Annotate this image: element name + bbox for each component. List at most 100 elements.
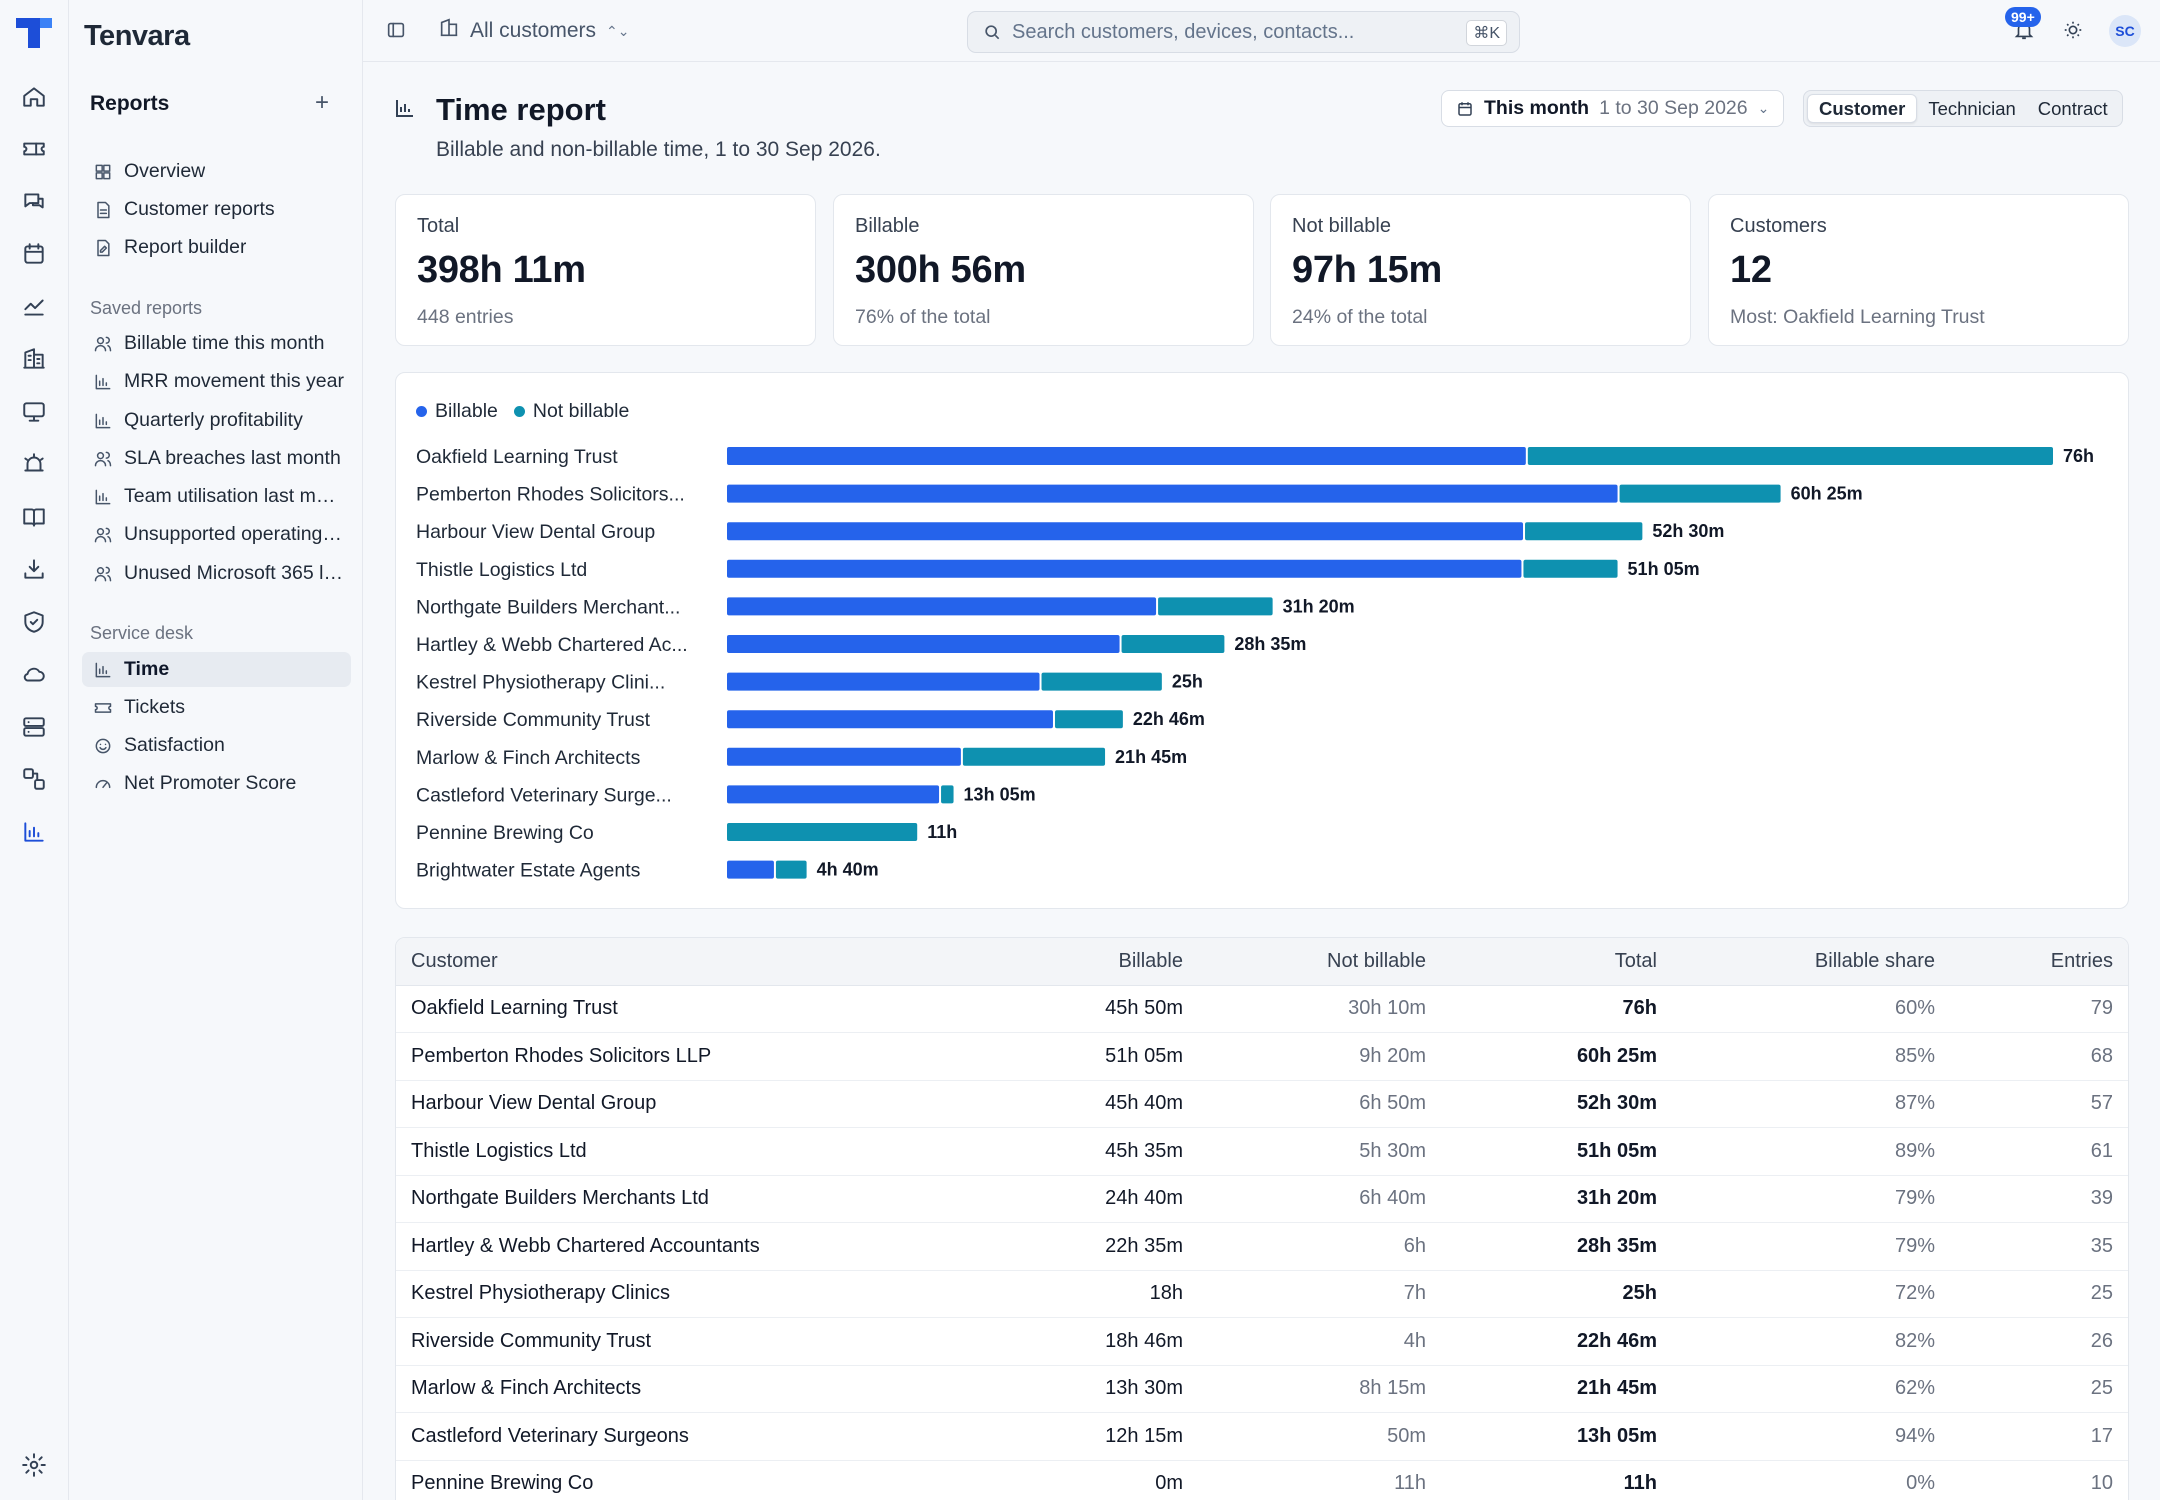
table-cell-customer[interactable]: Kestrel Physiotherapy Clinics	[396, 1270, 956, 1318]
page-title: Time report	[436, 92, 606, 127]
table-cell-customer[interactable]: Castleford Veterinary Surgeons	[396, 1412, 956, 1461]
table-row[interactable]: Northgate Builders Merchants Ltd 24h 40m 6…	[396, 1175, 2128, 1223]
sidebar-item-time[interactable]: Time	[82, 652, 351, 687]
table-row[interactable]: Pemberton Rhodes Solicitors LLP 51h 05m 9h…	[396, 1032, 2128, 1081]
ticket-icon[interactable]	[17, 132, 51, 166]
bar-not-billable[interactable]	[1041, 672, 1162, 691]
column-header-billable[interactable]: Billable	[956, 938, 1198, 986]
server-icon[interactable]	[17, 710, 51, 744]
bar-billable[interactable]	[727, 672, 1040, 691]
bar-billable[interactable]	[727, 785, 940, 804]
table-row[interactable]: Marlow & Finch Architects 13h 30m 8h 15m 21…	[396, 1365, 2128, 1413]
bar-not-billable[interactable]	[1523, 559, 1618, 578]
segment-contract[interactable]: Contract	[2027, 94, 2119, 123]
home-icon[interactable]	[17, 80, 51, 114]
sidebar-item-report-builder[interactable]: Report builder	[82, 230, 351, 265]
bar-not-billable[interactable]	[1121, 635, 1225, 653]
table-cell-customer[interactable]: Hartley & Webb Chartered Accountants	[396, 1222, 956, 1271]
segment-customer[interactable]: Customer	[1807, 94, 1918, 123]
bar-not-billable[interactable]	[727, 823, 918, 841]
column-header-not-billable[interactable]: Not billable	[1198, 938, 1441, 986]
table-cell-customer[interactable]: Thistle Logistics Ltd	[396, 1127, 956, 1176]
search-icon	[985, 25, 1000, 40]
table-row[interactable]: Pennine Brewing Co 0m 11h 11h 0% 10	[396, 1460, 2128, 1500]
sun-icon[interactable]	[2062, 19, 2086, 43]
table-row[interactable]: Hartley & Webb Chartered Accountants 22h …	[396, 1222, 2128, 1271]
table-cell-customer[interactable]: Pemberton Rhodes Solicitors LLP	[396, 1032, 956, 1081]
column-header-billable-share[interactable]: Billable share	[1672, 938, 1950, 986]
bar-billable[interactable]	[727, 447, 1526, 465]
table-cell-customer[interactable]: Northgate Builders Merchants Ltd	[396, 1175, 956, 1223]
saved-report-item[interactable]: Billable time this month	[82, 326, 351, 361]
bar-billable[interactable]	[727, 522, 1524, 541]
saved-report-item[interactable]: MRR movement this year	[82, 364, 351, 399]
saved-report-item[interactable]: Unused Microsoft 365 licences	[82, 556, 351, 591]
column-header-entries[interactable]: Entries	[1950, 938, 2128, 986]
table-cell-entries: 26	[1950, 1317, 2128, 1366]
add-report-button[interactable]: +	[309, 89, 335, 117]
tenvara-logo-icon[interactable]	[14, 16, 54, 50]
bar-not-billable[interactable]	[775, 860, 807, 879]
sidebar-item-tickets[interactable]: Tickets	[82, 690, 351, 725]
cloud-icon[interactable]	[17, 657, 51, 691]
table-row[interactable]: Riverside Community Trust 18h 46m 4h 22h 46…	[396, 1317, 2128, 1366]
bar-not-billable[interactable]	[1054, 710, 1123, 729]
building-icon[interactable]	[17, 342, 51, 376]
bar-billable[interactable]	[727, 484, 1618, 503]
table-row[interactable]: Castleford Veterinary Surgeons 12h 15m 50m…	[396, 1412, 2128, 1461]
segment-technician[interactable]: Technician	[1917, 94, 2026, 123]
bar-not-billable[interactable]	[962, 747, 1106, 766]
bar-not-billable[interactable]	[941, 785, 954, 804]
book-icon[interactable]	[17, 500, 51, 534]
table-cell-customer[interactable]: Marlow & Finch Architects	[396, 1365, 956, 1413]
saved-report-item[interactable]: Unsupported operating systems	[82, 517, 351, 552]
table-row[interactable]: Kestrel Physiotherapy Clinics 18h 7h 25h 72%…	[396, 1270, 2128, 1318]
download-icon[interactable]	[17, 552, 51, 586]
bar-billable[interactable]	[727, 559, 1522, 578]
table-cell-customer[interactable]: Oakfield Learning Trust	[396, 985, 956, 1033]
table-cell-customer[interactable]: Harbour View Dental Group	[396, 1080, 956, 1128]
integrations-icon[interactable]	[17, 762, 51, 796]
chat-icon[interactable]	[17, 185, 51, 219]
date-range-picker[interactable]: This month 1 to 30 Sep 2026 ⌄	[1441, 90, 1785, 127]
saved-report-item[interactable]: SLA breaches last month	[82, 441, 351, 476]
bar-data-label: 31h 20m	[1283, 596, 1355, 616]
column-header-total[interactable]: Total	[1441, 938, 1672, 986]
table-row[interactable]: Harbour View Dental Group 45h 40m 6h 50m 52…	[396, 1080, 2128, 1128]
table-cell-customer[interactable]: Pennine Brewing Co	[396, 1460, 956, 1500]
gear-icon[interactable]	[17, 1448, 51, 1482]
calendar-icon	[1458, 101, 1472, 116]
calendar-icon[interactable]	[17, 237, 51, 271]
bar-billable[interactable]	[727, 635, 1120, 653]
monitor-icon[interactable]	[17, 395, 51, 429]
sidebar-item-nps[interactable]: Net Promoter Score	[82, 766, 351, 801]
category-label: Pennine Brewing Co	[416, 822, 594, 844]
sidebar-toggle-icon[interactable]	[385, 19, 409, 43]
sidebar-item-overview[interactable]: Overview	[82, 154, 351, 189]
column-header-customer[interactable]: Customer	[396, 938, 956, 986]
saved-report-item[interactable]: Quarterly profitability	[82, 403, 351, 438]
table-cell-billable-share: 79%	[1672, 1175, 1950, 1223]
saved-report-item[interactable]: Team utilisation last month	[82, 479, 351, 514]
bar-billable[interactable]	[727, 860, 774, 879]
bar-not-billable[interactable]	[1525, 522, 1643, 541]
global-search[interactable]: ⌘K	[967, 11, 1520, 53]
sidebar-item-customer-reports[interactable]: Customer reports	[82, 192, 351, 227]
table-cell-customer[interactable]: Riverside Community Trust	[396, 1317, 956, 1366]
contracts-icon[interactable]	[17, 290, 51, 324]
bar-billable[interactable]	[727, 710, 1053, 729]
sidebar-item-satisfaction[interactable]: Satisfaction	[82, 728, 351, 763]
bar-not-billable[interactable]	[1527, 447, 2053, 465]
table-row[interactable]: Oakfield Learning Trust 45h 50m 30h 10m 76h…	[396, 985, 2128, 1033]
bar-not-billable[interactable]	[1158, 597, 1273, 616]
bar-not-billable[interactable]	[1619, 484, 1781, 503]
customer-scope-selector[interactable]: All customers ⌃⌄	[438, 14, 630, 48]
search-input[interactable]	[1012, 20, 1442, 44]
table-row[interactable]: Thistle Logistics Ltd 45h 35m 5h 30m 51h 05…	[396, 1127, 2128, 1176]
reports-icon[interactable]	[17, 815, 51, 849]
shield-icon[interactable]	[17, 605, 51, 639]
bar-billable[interactable]	[727, 597, 1157, 616]
alert-icon[interactable]	[17, 447, 51, 481]
avatar[interactable]: SC	[2109, 15, 2141, 47]
bar-billable[interactable]	[727, 747, 961, 766]
